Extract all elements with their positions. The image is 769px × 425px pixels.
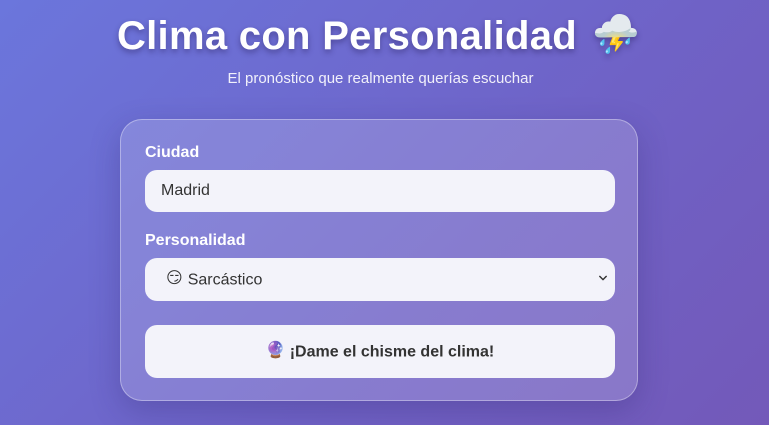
personality-selected-value: Sarcástico	[187, 271, 263, 289]
get-weather-button[interactable]: 🔮 ¡Dame el chisme del clima!	[145, 325, 615, 378]
personality-select[interactable]: 😏 Sarcástico	[145, 258, 615, 301]
weather-form-card: Ciudad Madrid Personalidad 😏 Sarcástico 🔮…	[120, 119, 638, 401]
page-subtitle: El pronóstico que realmente querías escu…	[227, 70, 534, 87]
city-input[interactable]: Madrid	[145, 170, 615, 212]
crystal-ball-icon: 🔮	[265, 342, 286, 360]
page-title-text: Clima con Personalidad	[116, 14, 577, 58]
chevron-down-icon	[599, 275, 607, 281]
get-weather-button-label: ¡Dame el chisme del clima!	[289, 343, 495, 361]
page-title: Clima con Personalidad ⛈️	[0, 14, 757, 60]
city-label: Ciudad	[145, 144, 200, 161]
personality-label: Personalidad	[145, 232, 246, 249]
storm-cloud-icon: ⛈️	[592, 14, 641, 57]
smirk-face-icon: 😏	[166, 270, 183, 288]
